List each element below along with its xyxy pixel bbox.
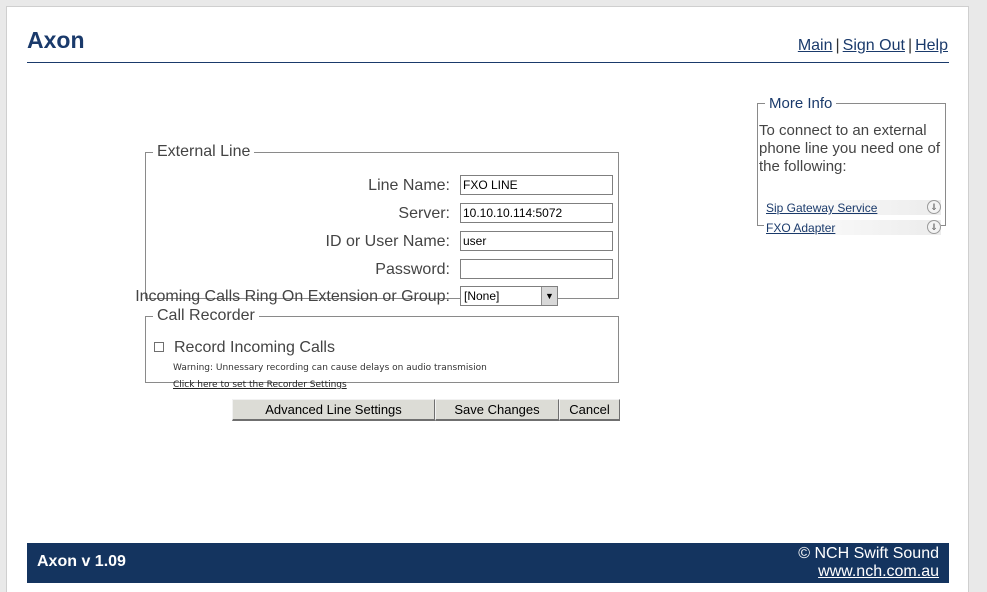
call-recorder-legend: Call Recorder xyxy=(157,307,255,324)
server-label: Server: xyxy=(398,205,450,222)
call-recorder-panel: Call Recorder Record Incoming Calls Warn… xyxy=(145,307,619,390)
server-row: Server: xyxy=(146,203,616,225)
footer-url-link[interactable]: www.nch.com.au xyxy=(818,563,939,581)
recorder-settings-link[interactable]: Click here to set the Recorder Settings xyxy=(173,380,347,390)
save-changes-button[interactable]: Save Changes xyxy=(435,399,559,421)
password-input[interactable] xyxy=(460,259,613,279)
ring-on-row: Incoming Calls Ring On Extension or Grou… xyxy=(135,286,616,308)
fxo-adapter-link[interactable]: FXO Adapter xyxy=(766,221,835,235)
footer-version: Axon v 1.09 xyxy=(37,553,126,570)
cancel-button[interactable]: Cancel xyxy=(559,399,620,421)
more-info-link-row[interactable]: Sip Gateway Service ⇓ xyxy=(764,200,941,215)
more-info-legend: More Info xyxy=(769,95,833,112)
help-link[interactable]: Help xyxy=(915,37,948,54)
line-name-input[interactable] xyxy=(460,175,613,195)
sign-out-link[interactable]: Sign Out xyxy=(843,37,905,54)
footer: Axon v 1.09 © NCH Swift Sound www.nch.co… xyxy=(27,543,949,583)
user-name-row: ID or User Name: xyxy=(146,231,616,253)
line-name-label: Line Name: xyxy=(368,177,450,194)
more-info-panel: More Info To connect to an external phon… xyxy=(757,95,946,235)
main-link[interactable]: Main xyxy=(798,37,833,54)
link-separator: | xyxy=(907,37,913,54)
sip-gateway-link[interactable]: Sip Gateway Service xyxy=(766,201,877,215)
external-line-legend: External Line xyxy=(157,143,251,160)
link-separator: | xyxy=(835,37,840,54)
double-chevron-down-icon[interactable]: ⇓ xyxy=(927,200,941,214)
record-incoming-checkbox[interactable] xyxy=(154,342,164,352)
ring-on-label: Incoming Calls Ring On Extension or Grou… xyxy=(135,288,450,305)
ring-on-selected-value: [None] xyxy=(464,289,500,303)
record-incoming-label[interactable]: Record Incoming Calls xyxy=(174,339,335,357)
more-info-link-row[interactable]: FXO Adapter ⇓ xyxy=(764,220,941,235)
footer-copyright: © NCH Swift Sound xyxy=(798,545,939,562)
page: Axon Main | Sign Out | Help External Line Li… xyxy=(6,6,969,592)
user-name-label: ID or User Name: xyxy=(325,233,450,250)
ring-on-select[interactable]: [None] ▼ xyxy=(460,286,558,306)
user-name-input[interactable] xyxy=(460,231,613,251)
double-chevron-down-icon[interactable]: ⇓ xyxy=(927,220,941,234)
external-line-panel: External Line Line Name: Server: ID or U… xyxy=(135,143,619,306)
app-title: Axon xyxy=(27,27,85,53)
dropdown-arrow-icon[interactable]: ▼ xyxy=(541,287,557,305)
top-links: Main | Sign Out | Help xyxy=(798,37,948,55)
password-row: Password: xyxy=(146,259,616,281)
recording-warning: Warning: Unnessary recording can cause d… xyxy=(173,363,487,373)
advanced-line-settings-button[interactable]: Advanced Line Settings xyxy=(232,399,435,421)
more-info-text: To connect to an external phone line you… xyxy=(759,122,940,175)
line-name-row: Line Name: xyxy=(146,175,616,197)
header-divider xyxy=(27,62,949,63)
server-input[interactable] xyxy=(460,203,613,223)
password-label: Password: xyxy=(375,261,450,278)
